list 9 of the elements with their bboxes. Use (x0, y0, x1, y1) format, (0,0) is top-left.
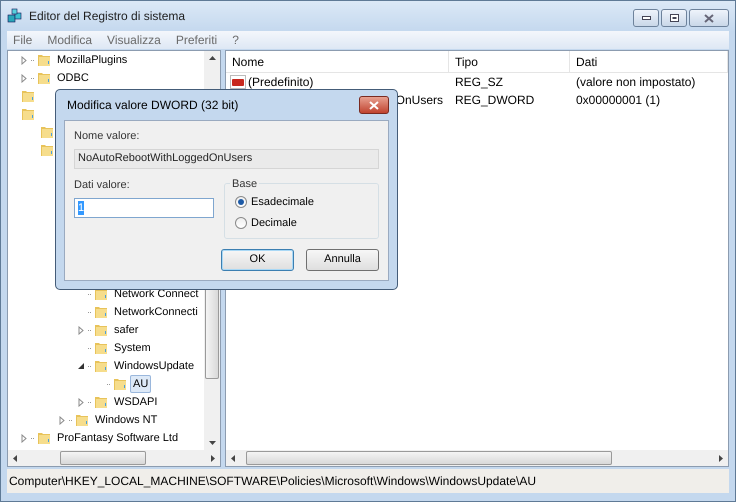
status-path: Computer\HKEY_LOCAL_MACHINE\SOFTWARE\Policies\Microsoft\Windows\WindowsUpdate\AU (9, 473, 536, 490)
table-cell-text: (valore non impostato) (575, 74, 696, 91)
dialog-title: Modifica valore DWORD (32 bit) (66, 97, 238, 114)
window-title: Editor del Registro di sistema (29, 8, 186, 25)
table-cell-text: REG_SZ (454, 74, 504, 91)
table-cell-text: 0x00000001 (1) (575, 92, 662, 109)
table-cell-text: REG_DWORD (454, 92, 536, 109)
field-label: Dati valore: (74, 178, 131, 192)
field-label: Nome valore: (74, 129, 140, 144)
